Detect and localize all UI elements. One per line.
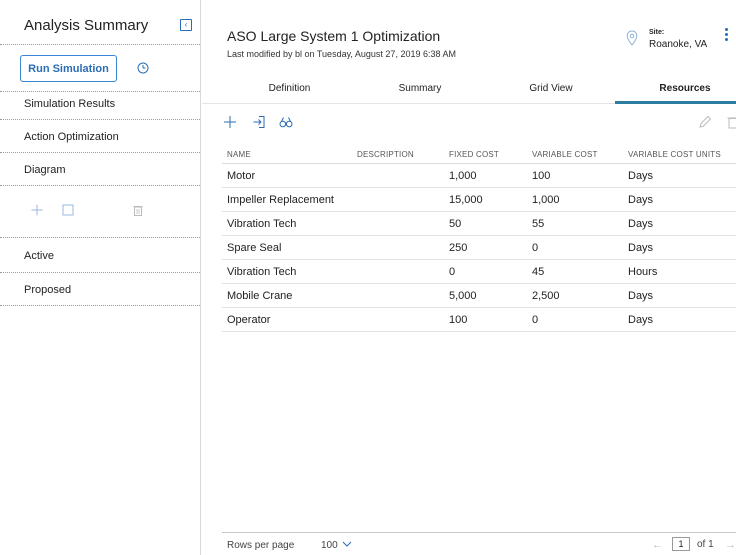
cell-variable-cost: 100	[532, 170, 551, 182]
cell-variable-cost-units: Days	[628, 290, 654, 302]
run-simulation-button[interactable]: Run Simulation	[20, 55, 117, 82]
column-header-fixed-cost[interactable]: FIXED COST	[449, 150, 499, 159]
grid-header-row: NAME DESCRIPTION FIXED COST VARIABLE COS…	[222, 146, 736, 164]
tab-bar: Definition Summary Grid View Resources	[202, 74, 736, 104]
cell-fixed-cost: 5,000	[449, 290, 477, 302]
cell-variable-cost: 0	[532, 314, 539, 326]
import-icon[interactable]	[252, 115, 266, 129]
rows-per-page-label: Rows per page	[227, 540, 295, 551]
table-row[interactable]: Spare Seal 250 0 Days	[222, 236, 736, 260]
divider	[0, 185, 200, 186]
cell-variable-cost-units: Days	[628, 314, 654, 326]
cell-fixed-cost: 50	[449, 218, 462, 230]
cell-fixed-cost: 100	[449, 314, 468, 326]
sidebar-title: Analysis Summary	[24, 17, 149, 34]
cell-name: Operator	[227, 314, 271, 326]
rows-per-page-select[interactable]: 100	[321, 540, 338, 551]
collapse-sidebar-icon[interactable]: ‹	[180, 19, 192, 31]
cell-variable-cost-units: Days	[628, 194, 654, 206]
previous-page-icon[interactable]: ←	[652, 539, 663, 551]
cell-variable-cost: 55	[532, 218, 545, 230]
tab-definition[interactable]: Definition	[262, 83, 317, 94]
tab-summary[interactable]: Summary	[390, 83, 450, 94]
site-label: Site:	[649, 29, 665, 36]
cell-name: Vibration Tech	[227, 218, 297, 230]
add-icon[interactable]	[223, 115, 237, 129]
cell-variable-cost: 45	[532, 266, 545, 278]
edit-icon[interactable]	[698, 115, 712, 129]
page-count-text: of 1	[697, 539, 714, 550]
cell-name: Motor	[227, 170, 256, 182]
binoculars-icon[interactable]	[279, 115, 293, 129]
sidebar-item-simulation-results[interactable]: Simulation Results	[24, 98, 115, 110]
clock-icon[interactable]	[137, 62, 149, 74]
cell-variable-cost-units: Days	[628, 242, 654, 254]
tab-grid-view[interactable]: Grid View	[521, 83, 581, 94]
cell-variable-cost: 1,000	[532, 194, 560, 206]
main-content: ASO Large System 1 Optimization Last mod…	[202, 0, 736, 555]
cell-name: Spare Seal	[227, 242, 282, 254]
cell-name: Vibration Tech	[227, 266, 297, 278]
add-icon[interactable]	[31, 204, 43, 216]
table-row[interactable]: Vibration Tech 0 45 Hours	[222, 260, 736, 284]
tab-resources[interactable]: Resources	[650, 83, 720, 94]
page-title: ASO Large System 1 Optimization	[227, 28, 441, 44]
trash-icon[interactable]	[132, 204, 144, 216]
cell-variable-cost-units: Days	[628, 218, 654, 230]
location-pin-icon	[626, 30, 638, 46]
divider	[0, 44, 200, 45]
chevron-down-icon[interactable]	[342, 539, 352, 549]
cell-fixed-cost: 1,000	[449, 170, 477, 182]
sidebar: Analysis Summary ‹ Run Simulation Simula…	[0, 0, 201, 555]
sidebar-item-active[interactable]: Active	[24, 250, 54, 262]
pagination-footer: Rows per page 100 ← 1 of 1 →	[222, 532, 736, 555]
cell-variable-cost-units: Hours	[628, 266, 658, 278]
column-header-description[interactable]: DESCRIPTION	[357, 150, 414, 159]
table-row[interactable]: Impeller Replacement 15,000 1,000 Days	[222, 188, 736, 212]
trash-icon[interactable]	[726, 115, 736, 129]
cell-name: Impeller Replacement	[227, 194, 334, 206]
table-row[interactable]: Vibration Tech 50 55 Days	[222, 212, 736, 236]
sidebar-item-diagram[interactable]: Diagram	[24, 164, 66, 176]
divider	[0, 152, 200, 153]
cell-variable-cost: 2,500	[532, 290, 560, 302]
sidebar-item-action-optimization[interactable]: Action Optimization	[24, 131, 119, 143]
table-row[interactable]: Motor 1,000 100 Days	[222, 164, 736, 188]
cell-variable-cost-units: Days	[628, 170, 654, 182]
divider	[0, 91, 200, 92]
table-row[interactable]: Mobile Crane 5,000 2,500 Days	[222, 284, 736, 308]
column-header-name[interactable]: NAME	[227, 150, 251, 159]
cell-fixed-cost: 250	[449, 242, 468, 254]
column-header-variable-cost[interactable]: VARIABLE COST	[532, 150, 598, 159]
copy-icon[interactable]	[62, 204, 74, 216]
table-row[interactable]: Operator 100 0 Days	[222, 308, 736, 332]
last-modified-text: Last modified by bl on Tuesday, August 2…	[227, 49, 456, 59]
divider	[0, 272, 200, 273]
cell-fixed-cost: 0	[449, 266, 456, 278]
active-tab-indicator	[615, 101, 736, 104]
site-value: Roanoke, VA	[649, 39, 708, 50]
grid-body: Motor 1,000 100 Days Impeller Replacement 15,…	[222, 164, 736, 332]
cell-name: Mobile Crane	[227, 290, 293, 302]
page-number-input[interactable]: 1	[672, 537, 690, 551]
app-root: Analysis Summary ‹ Run Simulation Simula…	[0, 0, 736, 555]
divider	[0, 237, 200, 238]
resources-grid: NAME DESCRIPTION FIXED COST VARIABLE COS…	[222, 146, 736, 332]
cell-variable-cost: 0	[532, 242, 539, 254]
divider	[0, 305, 200, 306]
more-options-icon[interactable]	[723, 28, 729, 46]
cell-fixed-cost: 15,000	[449, 194, 483, 206]
column-header-variable-cost-units[interactable]: VARIABLE COST UNITS	[628, 150, 721, 159]
divider	[0, 119, 200, 120]
sidebar-item-proposed[interactable]: Proposed	[24, 284, 71, 296]
next-page-icon[interactable]: →	[725, 539, 736, 551]
